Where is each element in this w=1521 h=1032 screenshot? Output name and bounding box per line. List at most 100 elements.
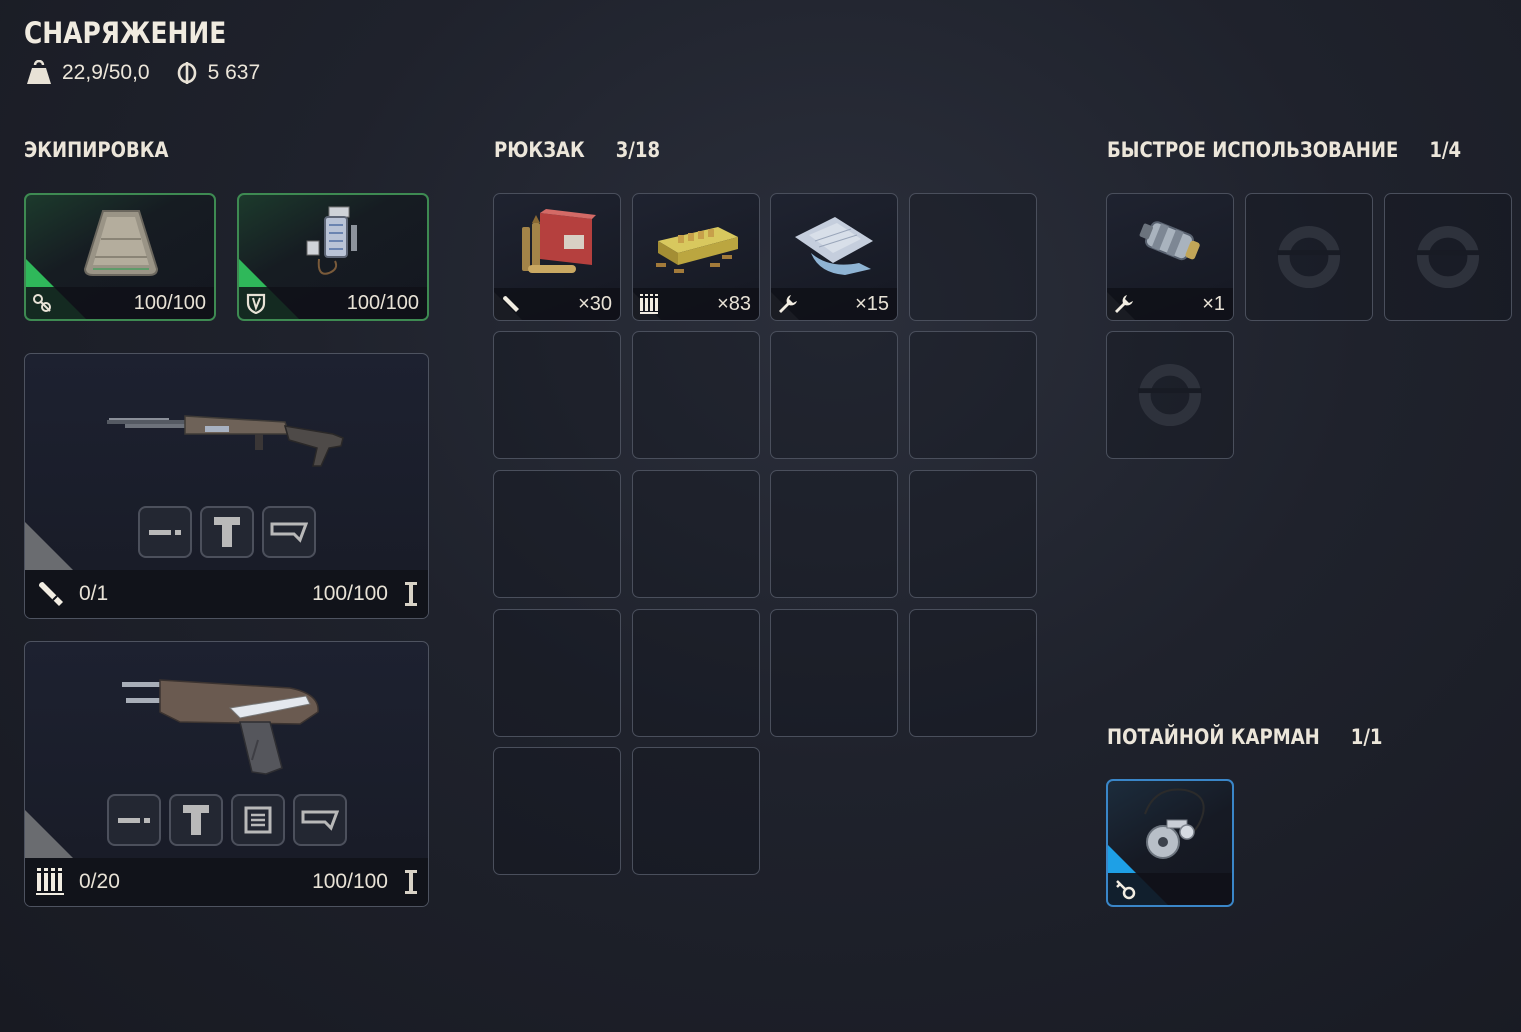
- primary-weapon-mods: [137, 506, 316, 558]
- rifle-item-image: [107, 415, 344, 467]
- stock-mod-slot[interactable]: [261, 506, 316, 558]
- stats-bar: 22,9/50,0 5 637: [26, 60, 276, 86]
- scope-mod-slot[interactable]: [199, 506, 254, 558]
- stock-mod-icon: [270, 522, 308, 543]
- armor-icon: [33, 294, 51, 312]
- scope-mod-slot[interactable]: [168, 794, 223, 846]
- quick-use-count: 1/4: [1429, 138, 1462, 162]
- pistol-ammo-icon: [36, 868, 64, 895]
- backpack-slot-bar: ×30: [494, 288, 620, 320]
- magazine-mod-icon: [244, 806, 271, 834]
- backpack-slot-empty[interactable]: [770, 609, 898, 737]
- equipment-title: ЭКИПИРОВКА: [24, 138, 169, 162]
- wrench-icon: [1115, 295, 1133, 313]
- durability-icon: [405, 582, 417, 606]
- backpack-slot[interactable]: ×15: [770, 193, 898, 321]
- backpack-slot-empty[interactable]: [909, 193, 1037, 321]
- key-item-image: [1144, 788, 1205, 859]
- detector-item-image: [306, 206, 357, 275]
- barrel-mod-slot[interactable]: [137, 506, 192, 558]
- rifle-ammo-item-image: [522, 209, 596, 273]
- secret-pocket-slot-bar: [1108, 873, 1232, 905]
- backpack-slot-empty[interactable]: [770, 331, 898, 459]
- secret-pocket-heading: ПОТАЙНОЙ КАРМАН 1/1: [1107, 725, 1382, 749]
- rifle-ammo-icon: [503, 296, 519, 312]
- backpack-slot-empty[interactable]: [909, 609, 1037, 737]
- barrel-mod-icon: [148, 530, 181, 535]
- secondary-weapon-bar: 0/20 100/100: [25, 858, 428, 906]
- backpack-slot-empty[interactable]: [632, 609, 760, 737]
- scope-mod-icon: [213, 517, 240, 547]
- armor-durability: 100/100: [133, 291, 206, 314]
- quick-use-slot-bar: ×1: [1107, 288, 1233, 320]
- backpack-slot-empty[interactable]: [493, 609, 621, 737]
- backpack-count: 3/18: [615, 138, 661, 162]
- secret-pocket-count: 1/1: [1350, 725, 1383, 749]
- weight-icon: [27, 60, 51, 84]
- backpack-slot-empty[interactable]: [493, 747, 621, 875]
- secondary-ammo: 0/20: [79, 870, 120, 893]
- quick-use-title: БЫСТРОЕ ИСПОЛЬЗОВАНИЕ: [1107, 138, 1399, 162]
- grenade-item-image: [1139, 221, 1200, 261]
- quick-use-slot-empty[interactable]: [1106, 331, 1234, 459]
- barrel-mod-icon: [117, 818, 150, 823]
- page-title: СНАРЯЖЕНИЕ: [24, 16, 227, 50]
- empty-slot-icon: [1277, 225, 1341, 289]
- rarity-corner: [25, 522, 73, 570]
- backpack-slot-empty[interactable]: [632, 470, 760, 598]
- armor-slot[interactable]: 100/100: [24, 193, 216, 321]
- backpack-slot-empty[interactable]: [632, 747, 760, 875]
- backpack-slot-empty[interactable]: [770, 470, 898, 598]
- equipment-heading: ЭКИПИРОВКА: [24, 138, 168, 162]
- quick-use-slot[interactable]: ×1: [1106, 193, 1234, 321]
- secret-pocket-title: ПОТАЙНОЙ КАРМАН: [1107, 725, 1320, 749]
- stock-mod-icon: [301, 810, 339, 831]
- item-quantity: ×1: [1202, 292, 1225, 315]
- backpack-slot-bar: ×15: [771, 288, 897, 320]
- stock-mod-slot[interactable]: [292, 794, 347, 846]
- backpack-slot-empty[interactable]: [493, 470, 621, 598]
- wrench-icon: [779, 295, 797, 313]
- repair-kit-item-image: [795, 217, 873, 275]
- backpack-slot-empty[interactable]: [493, 331, 621, 459]
- money-stat: 5 637: [176, 61, 261, 85]
- item-quantity: ×83: [717, 292, 751, 315]
- armor-slot-bar: 100/100: [26, 287, 214, 319]
- backpack-slot-empty[interactable]: [909, 470, 1037, 598]
- quick-use-slot-empty[interactable]: [1384, 193, 1512, 321]
- detector-slot[interactable]: 100/100: [237, 193, 429, 321]
- backpack-title: РЮКЗАК: [494, 138, 585, 162]
- money-value: 5 637: [207, 61, 261, 84]
- secret-pocket-slot[interactable]: [1106, 779, 1234, 907]
- primary-weapon-slot[interactable]: 0/1 100/100: [24, 353, 429, 619]
- primary-durability: 100/100: [312, 582, 388, 605]
- rarity-corner: [25, 810, 73, 858]
- backpack-slot[interactable]: ×83: [632, 193, 760, 321]
- backpack-slot-empty[interactable]: [909, 331, 1037, 459]
- barrel-mod-slot[interactable]: [106, 794, 161, 846]
- coin-icon: [177, 62, 196, 84]
- primary-ammo: 0/1: [79, 582, 109, 605]
- pistol-ammo-icon: [640, 294, 658, 314]
- durability-icon: [405, 870, 417, 894]
- armor-item-image: [83, 210, 159, 276]
- pistol-item-image: [122, 679, 319, 775]
- scope-mod-icon: [182, 805, 209, 835]
- secondary-weapon-slot[interactable]: 0/20 100/100: [24, 641, 429, 907]
- backpack-heading: РЮКЗАК 3/18: [494, 138, 660, 162]
- backpack-slot[interactable]: ×30: [493, 193, 621, 321]
- quick-use-slot-empty[interactable]: [1245, 193, 1373, 321]
- secondary-durability: 100/100: [312, 870, 388, 893]
- item-quantity: ×30: [578, 292, 612, 315]
- backpack-slot-bar: ×83: [633, 288, 759, 320]
- backpack-slot-empty[interactable]: [632, 331, 760, 459]
- key-icon: [1116, 880, 1136, 900]
- primary-weapon-bar: 0/1 100/100: [25, 570, 428, 618]
- detector-durability: 100/100: [346, 291, 419, 314]
- item-quantity: ×15: [855, 292, 889, 315]
- empty-slot-icon: [1138, 363, 1202, 427]
- magazine-mod-slot[interactable]: [230, 794, 285, 846]
- rifle-ammo-icon: [39, 582, 63, 606]
- weight-value: 22,9/50,0: [62, 61, 150, 84]
- empty-slot-icon: [1416, 225, 1480, 289]
